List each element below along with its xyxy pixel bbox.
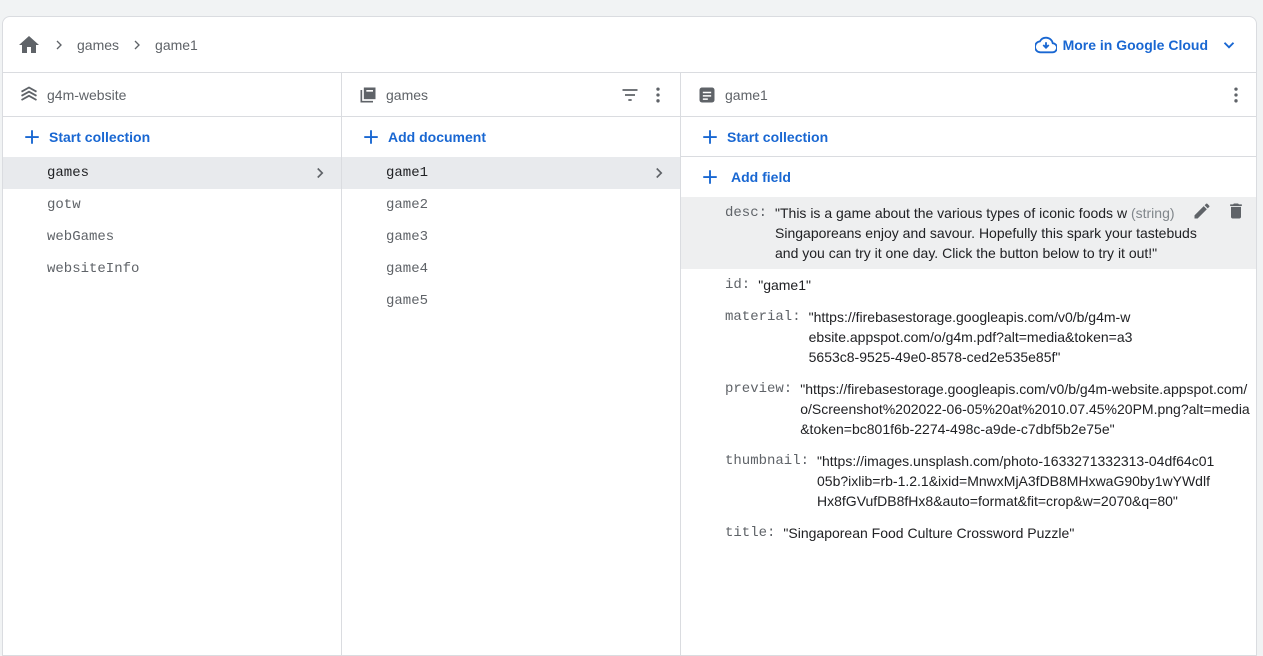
list-item[interactable]: game5 (342, 285, 680, 317)
list-item-label: game1 (386, 165, 429, 181)
field-type: (string) (1130, 205, 1175, 221)
start-collection-button[interactable]: Start collection (681, 117, 1256, 157)
add-field-button[interactable]: Add field (681, 157, 1256, 197)
breadcrumb-games[interactable]: games (77, 37, 119, 53)
field-value: "This is a game about the various types … (775, 203, 1218, 263)
breadcrumb-game1[interactable]: game1 (155, 37, 198, 53)
start-collection-label: Start collection (49, 129, 151, 145)
start-collection-button[interactable]: Start collection (3, 117, 341, 157)
add-document-button[interactable]: Add document (342, 117, 680, 157)
list-item-label: game3 (386, 229, 429, 245)
field-value: "Singaporean Food Culture Crossword Puzz… (783, 525, 1075, 541)
field-row[interactable]: material: "https://firebasestorage.googl… (681, 301, 1256, 373)
field-key: desc: (725, 205, 768, 221)
chevron-down-icon (1220, 36, 1238, 54)
cloud-icon (1034, 34, 1057, 56)
start-collection-label: Start collection (727, 128, 829, 145)
add-field-label: Add field (731, 169, 791, 185)
field-value: "https://firebasestorage.googleapis.com/… (800, 381, 1250, 437)
database-icon (19, 85, 39, 105)
document-column: game1 Start collection Add field desc: "… (681, 73, 1256, 655)
document-icon (697, 85, 717, 105)
document-column-header: game1 (681, 73, 1256, 117)
list-item-label: game4 (386, 261, 429, 277)
plus-icon (362, 128, 380, 146)
list-item[interactable]: game3 (342, 221, 680, 253)
chevron-right-icon (129, 37, 145, 53)
root-column: g4m-website Start collection games gotw … (3, 73, 342, 655)
list-item-label: webGames (47, 229, 115, 245)
chevron-right-icon (650, 157, 668, 189)
more-in-google-cloud-label: More in Google Cloud (1062, 37, 1208, 53)
plus-icon (23, 128, 41, 146)
breadcrumb: games game1 More in Google Cloud (3, 17, 1256, 73)
collection-column-header: games (342, 73, 680, 117)
chevron-right-icon (51, 37, 67, 53)
plus-icon (701, 168, 719, 186)
collection-column: games Add document game1 game2 game3 gam… (342, 73, 681, 655)
list-item[interactable]: games (3, 157, 341, 189)
plus-icon (701, 128, 719, 146)
delete-icon[interactable] (1226, 201, 1246, 221)
field-row[interactable]: id: "game1" (681, 269, 1256, 301)
firestore-panel: games game1 More in Google Cloud g4m-web… (2, 16, 1257, 656)
list-item-label: websiteInfo (47, 261, 140, 277)
list-item-label: gotw (47, 197, 81, 213)
list-item-label: games (47, 165, 90, 181)
field-value: "https://images.unsplash.com/photo-16332… (817, 453, 1215, 509)
more-in-google-cloud-button[interactable]: More in Google Cloud (1034, 17, 1238, 73)
document-column-title: game1 (725, 86, 768, 103)
more-vert-icon[interactable] (1226, 85, 1246, 105)
field-row[interactable]: preview: "https://firebasestorage.google… (681, 373, 1256, 445)
list-item[interactable]: websiteInfo (3, 253, 341, 285)
home-icon[interactable] (17, 33, 41, 57)
field-value: "game1" (758, 277, 811, 293)
root-column-header: g4m-website (3, 73, 341, 117)
list-item[interactable]: gotw (3, 189, 341, 221)
field-value-line1: "This is a game about the various types … (775, 205, 1128, 221)
field-key: title: (725, 525, 776, 541)
collection-icon (358, 85, 378, 105)
list-item[interactable]: game2 (342, 189, 680, 221)
field-row[interactable]: title: "Singaporean Food Culture Crosswo… (681, 517, 1256, 549)
list-item[interactable]: game4 (342, 253, 680, 285)
list-item[interactable]: game1 (342, 157, 680, 189)
collection-column-title: games (386, 86, 429, 103)
field-key: preview: (725, 381, 793, 397)
field-key: id: (725, 277, 751, 293)
field-value: "https://firebasestorage.googleapis.com/… (808, 309, 1133, 365)
field-row[interactable]: thumbnail: "https://images.unsplash.com/… (681, 445, 1256, 517)
field-row[interactable]: desc: "This is a game about the various … (681, 197, 1256, 269)
list-item[interactable]: webGames (3, 221, 341, 253)
add-document-label: Add document (388, 129, 486, 145)
list-item-label: game5 (386, 293, 429, 309)
more-vert-icon[interactable] (648, 85, 668, 105)
root-column-title: g4m-website (47, 86, 127, 103)
chevron-right-icon (311, 157, 329, 189)
edit-icon[interactable] (1192, 201, 1212, 221)
field-key: thumbnail: (725, 453, 810, 469)
field-key: material: (725, 309, 801, 325)
filter-icon[interactable] (620, 85, 640, 105)
list-item-label: game2 (386, 197, 429, 213)
field-value-line2: Singaporeans enjoy and savour. Hopefully… (775, 225, 1197, 261)
